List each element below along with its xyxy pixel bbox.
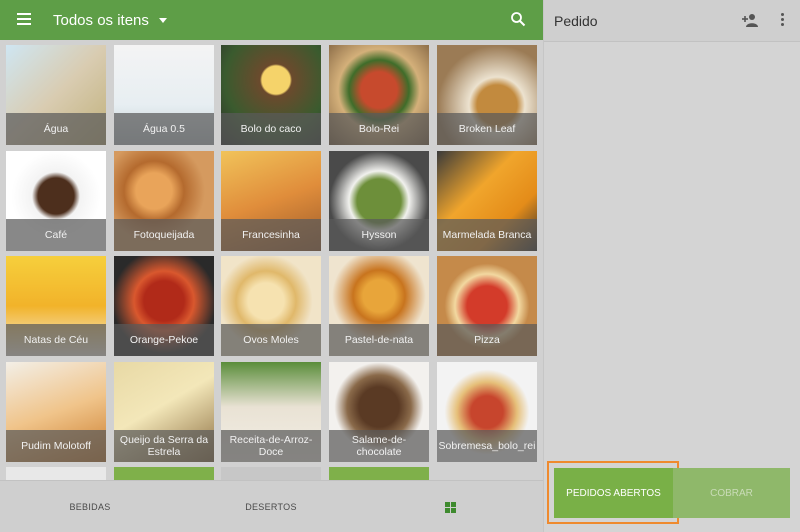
category-dropdown[interactable]: Todos os itens — [53, 0, 167, 40]
product-label: Sobremesa_bolo_rei — [437, 430, 537, 462]
product-tile[interactable]: Marmelada Branca — [437, 151, 537, 251]
grid-view-icon — [444, 501, 456, 513]
product-label: Bolo do caco — [221, 113, 321, 145]
product-label: Café — [6, 219, 106, 251]
menu-icon[interactable] — [17, 13, 31, 25]
chevron-down-icon — [158, 17, 167, 23]
product-tile[interactable]: Pizza — [437, 256, 537, 356]
product-label: Água — [6, 113, 106, 145]
product-label: Fotoqueijada — [114, 219, 214, 251]
more-options-icon[interactable] — [779, 13, 785, 29]
add-customer-icon[interactable] — [741, 12, 759, 28]
product-tile[interactable]: Queijo da Serra da Estrela — [114, 362, 214, 462]
product-label: Salame-de-chocolate — [329, 430, 429, 462]
product-label: Receita-de-Arroz-Doce — [221, 430, 321, 462]
product-tile[interactable]: Bolo-Rei — [329, 45, 429, 145]
product-tile[interactable]: Hysson — [329, 151, 429, 251]
tab-grid-view[interactable] — [400, 481, 500, 532]
product-tile-partial[interactable] — [114, 467, 214, 480]
product-tile[interactable]: Sobremesa_bolo_rei — [437, 362, 537, 462]
product-label: Marmelada Branca — [437, 219, 537, 251]
product-tile[interactable]: Salame-de-chocolate — [329, 362, 429, 462]
product-tile[interactable]: Bolo do caco — [221, 45, 321, 145]
order-title: Pedido — [554, 13, 598, 29]
product-label: Ovos Moles — [221, 324, 321, 356]
order-pane: Pedido PEDIDOS ABERTOS COBRAR — [543, 0, 800, 532]
product-tile[interactable]: Broken Leaf — [437, 45, 537, 145]
product-label: Pudim Molotoff — [6, 430, 106, 462]
open-orders-button[interactable]: PEDIDOS ABERTOS — [554, 468, 673, 518]
product-tile[interactable]: Fotoqueijada — [114, 151, 214, 251]
product-tile-partial[interactable] — [329, 467, 429, 480]
product-tile[interactable]: Receita-de-Arroz-Doce — [221, 362, 321, 462]
product-tile[interactable]: Ovos Moles — [221, 256, 321, 356]
product-pane: Todos os itens Água Água 0.5 Bolo do caco B… — [0, 0, 543, 532]
product-label: Pastel-de-nata — [329, 324, 429, 356]
product-tile[interactable]: Natas de Céu — [6, 256, 106, 356]
product-label: Pizza — [437, 324, 537, 356]
product-tile[interactable]: Água — [6, 45, 106, 145]
tab-desertos[interactable]: DESERTOS — [220, 481, 322, 532]
search-icon[interactable] — [510, 11, 526, 27]
product-tile[interactable]: Água 0.5 — [114, 45, 214, 145]
product-tile[interactable]: Orange-Pekoe — [114, 256, 214, 356]
product-label: Hysson — [329, 219, 429, 251]
product-label: Água 0.5 — [114, 113, 214, 145]
product-label: Francesinha — [221, 219, 321, 251]
product-tile[interactable]: Francesinha — [221, 151, 321, 251]
product-label: Queijo da Serra da Estrela — [114, 430, 214, 462]
category-title: Todos os itens — [53, 11, 149, 29]
product-tile[interactable]: Café — [6, 151, 106, 251]
product-label: Broken Leaf — [437, 113, 537, 145]
product-tile-partial[interactable] — [221, 467, 321, 480]
product-label: Natas de Céu — [6, 324, 106, 356]
product-tile[interactable]: Pudim Molotoff — [6, 362, 106, 462]
top-app-bar: Todos os itens — [0, 0, 543, 40]
product-grid: Água Água 0.5 Bolo do caco Bolo-Rei Broken L… — [6, 45, 538, 480]
tab-bebidas[interactable]: BEBIDAS — [40, 481, 140, 532]
product-tile-partial[interactable] — [6, 467, 106, 480]
charge-button[interactable]: COBRAR — [673, 468, 790, 518]
product-label: Orange-Pekoe — [114, 324, 214, 356]
bottom-navigation: BEBIDAS DESERTOS — [0, 480, 543, 532]
product-label: Bolo-Rei — [329, 113, 429, 145]
order-header: Pedido — [544, 0, 800, 42]
product-tile[interactable]: Pastel-de-nata — [329, 256, 429, 356]
